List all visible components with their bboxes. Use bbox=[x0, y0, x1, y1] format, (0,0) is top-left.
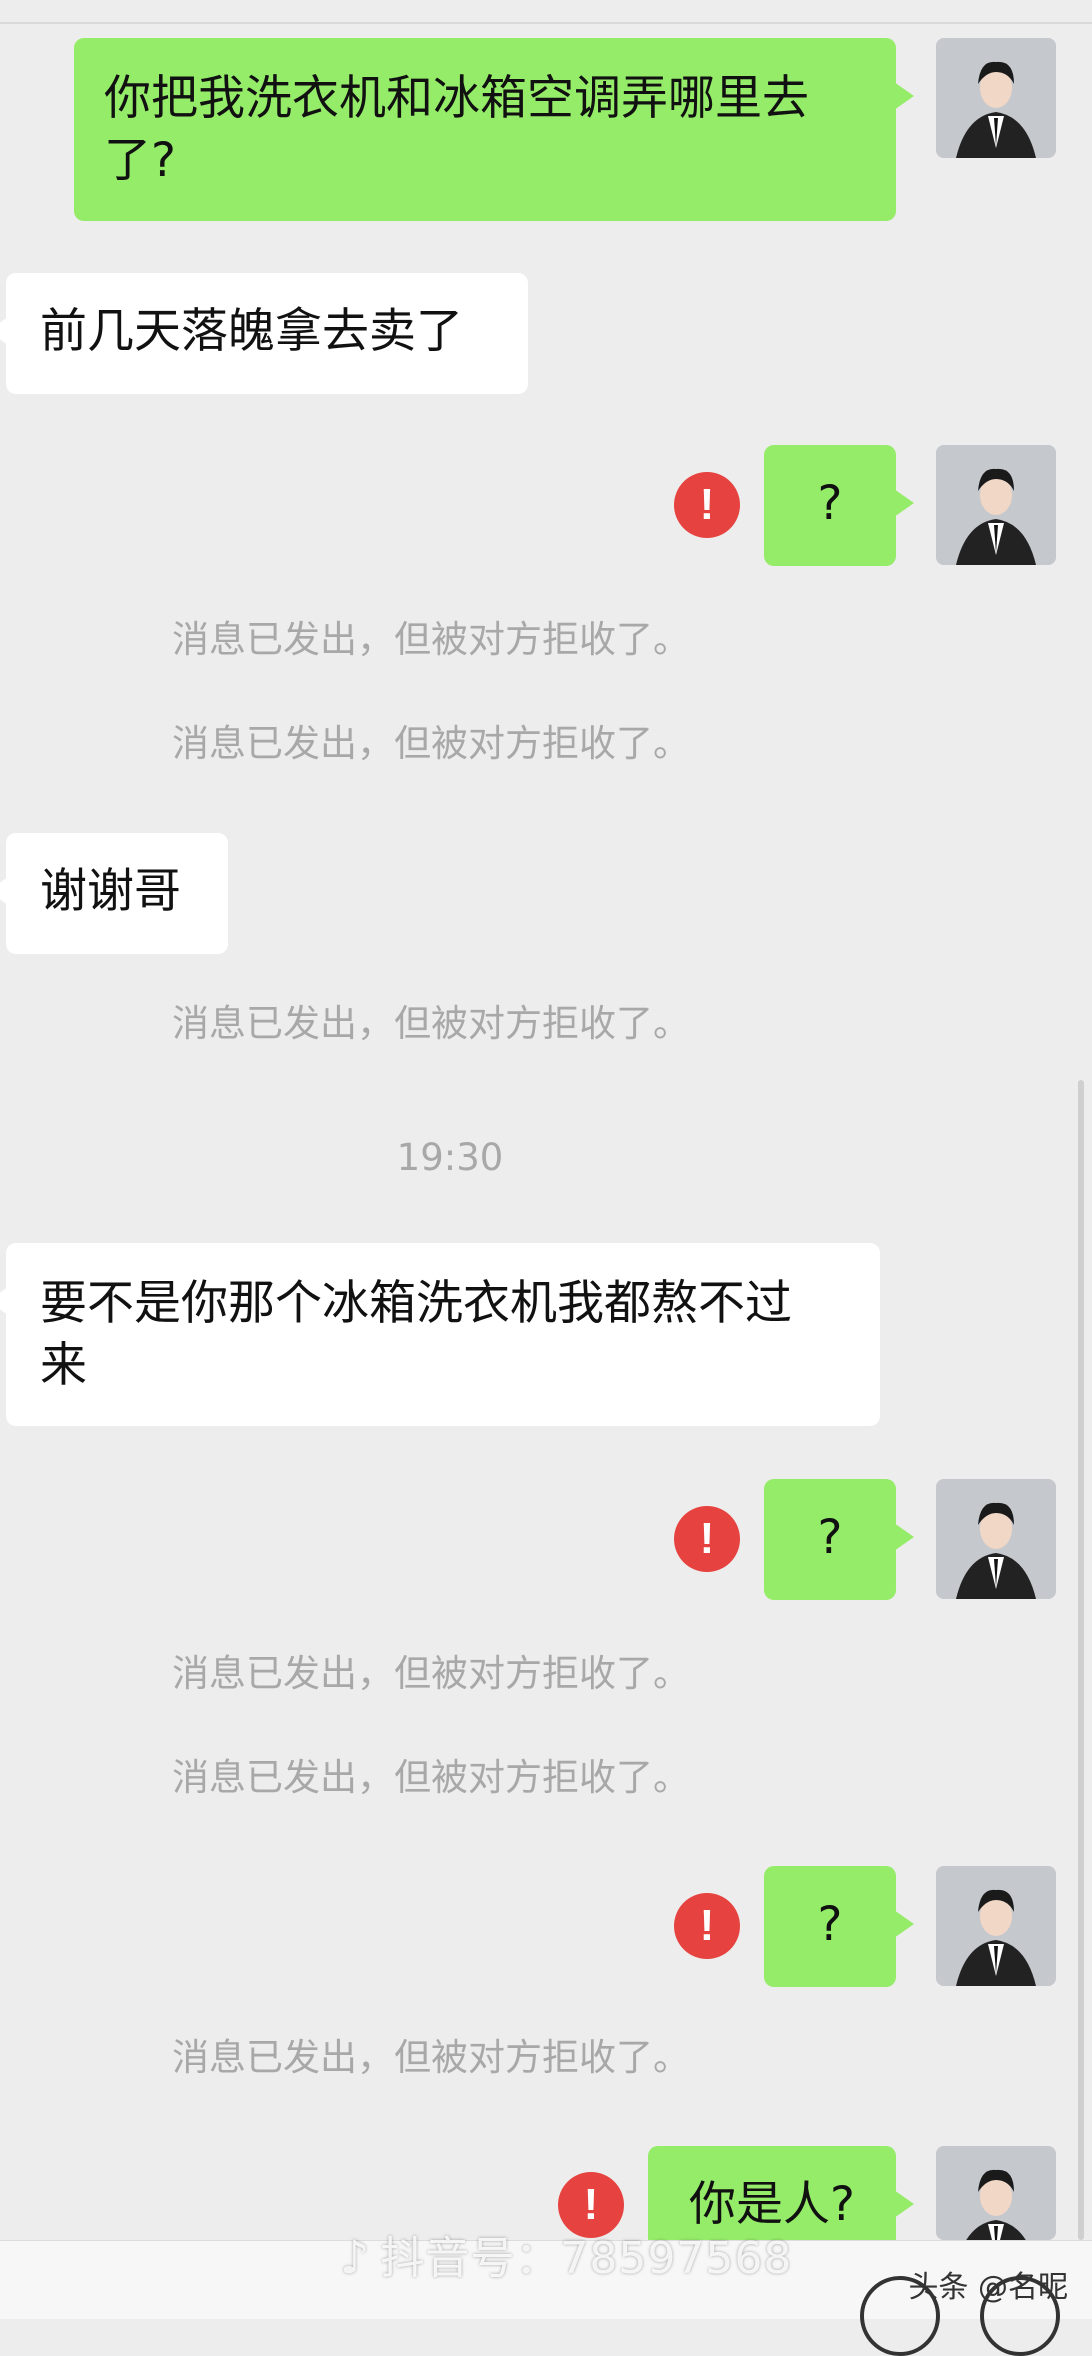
avatar[interactable] bbox=[936, 38, 1056, 158]
message-text: 你把我洗衣机和冰箱空调弄哪里去 bbox=[104, 71, 809, 126]
message-text: ? bbox=[817, 476, 843, 531]
message-bubble-outgoing[interactable]: ? bbox=[764, 445, 914, 566]
timestamp: 19:30 bbox=[396, 1136, 504, 1179]
system-notice: 消息已发出，但被对方拒收了。 bbox=[172, 618, 690, 661]
message-text: 了? bbox=[104, 133, 176, 188]
message-bubble-incoming[interactable]: 要不是你那个冰箱洗衣机我都熬不过 来 bbox=[0, 1243, 880, 1426]
error-icon[interactable]: ! bbox=[674, 1893, 740, 1959]
message-text: 前几天落魄拿去卖了 bbox=[40, 304, 463, 359]
message-bubble-outgoing[interactable]: ? bbox=[764, 1479, 914, 1600]
message-bubble-incoming[interactable]: 前几天落魄拿去卖了 bbox=[0, 273, 528, 394]
watermark-text: 抖音号：78597568 bbox=[380, 2233, 793, 2284]
message-text: ? bbox=[817, 1897, 843, 1952]
tiktok-icon: ♪ bbox=[340, 2230, 371, 2284]
avatar[interactable] bbox=[936, 1479, 1056, 1599]
system-notice: 消息已发出，但被对方拒收了。 bbox=[172, 2036, 690, 2079]
avatar[interactable] bbox=[936, 2146, 1056, 2240]
message-text: ? bbox=[817, 1510, 843, 1565]
system-notice: 消息已发出，但被对方拒收了。 bbox=[172, 1002, 690, 1045]
message-text: 要不是你那个冰箱洗衣机我都熬不过 bbox=[40, 1276, 792, 1331]
message-text: 来 bbox=[40, 1338, 87, 1393]
message-bubble-outgoing[interactable]: 你把我洗衣机和冰箱空调弄哪里去 了? bbox=[74, 38, 914, 221]
avatar[interactable] bbox=[936, 445, 1056, 565]
system-notice: 消息已发出，但被对方拒收了。 bbox=[172, 722, 690, 765]
system-notice: 消息已发出，但被对方拒收了。 bbox=[172, 1756, 690, 1799]
system-notice: 消息已发出，但被对方拒收了。 bbox=[172, 1652, 690, 1695]
message-bubble-outgoing[interactable]: ? bbox=[764, 1866, 914, 1987]
top-divider bbox=[0, 22, 1092, 24]
message-text: 谢谢哥 bbox=[40, 864, 181, 919]
avatar[interactable] bbox=[936, 1866, 1056, 1986]
error-icon[interactable]: ! bbox=[674, 472, 740, 538]
message-bubble-incoming[interactable]: 谢谢哥 bbox=[0, 833, 228, 954]
watermark: ♪ 抖音号：78597568 bbox=[340, 2222, 792, 2286]
scrollbar[interactable] bbox=[1078, 1080, 1084, 2240]
source-credit: 头条 @名昵 bbox=[908, 2270, 1068, 2305]
error-icon[interactable]: ! bbox=[674, 1506, 740, 1572]
